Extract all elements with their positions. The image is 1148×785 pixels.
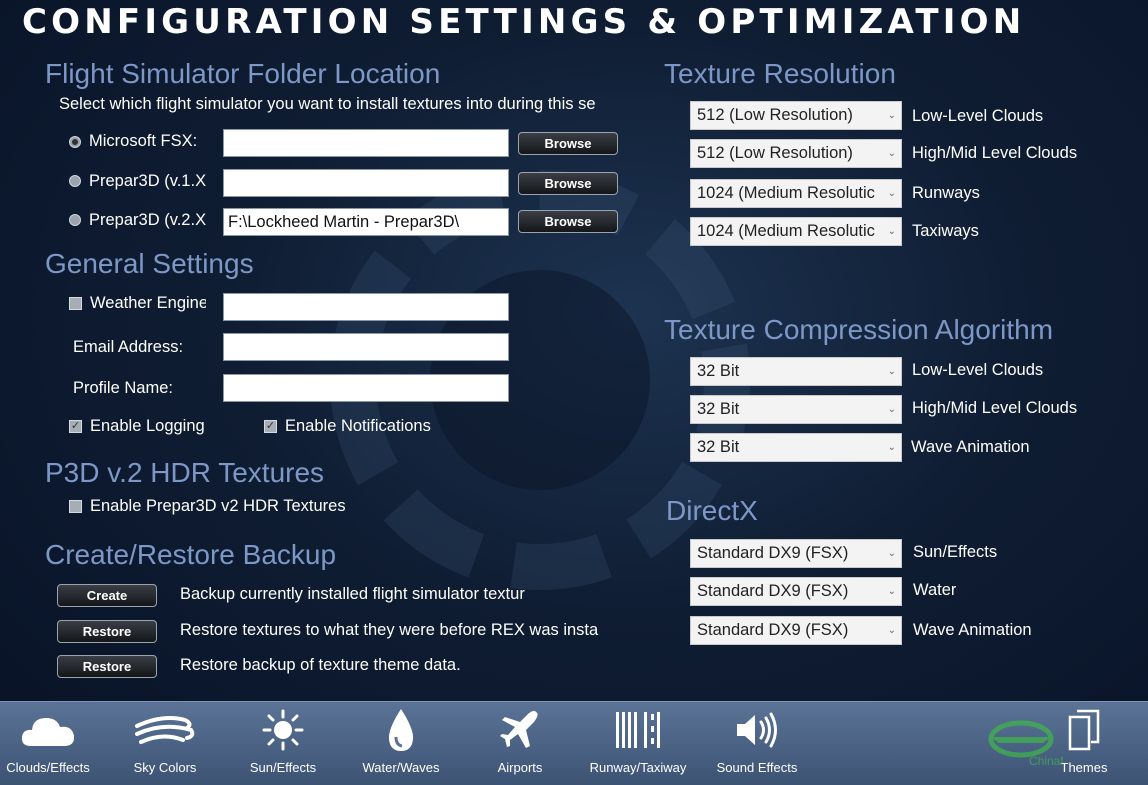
sun-effects-directx-select[interactable]: Standard DX9 (FSX) ⌄ xyxy=(690,539,902,568)
hdr-heading: P3D v.2 HDR Textures xyxy=(45,457,325,488)
nav-label: Sky Colors xyxy=(133,760,197,775)
compression-heading: Texture Compression Algorithm xyxy=(664,314,1054,345)
directx-heading: DirectX xyxy=(666,495,758,526)
folder-instruction: Select which flight simulator you want t… xyxy=(59,95,596,113)
p3d-v1-radio[interactable] xyxy=(69,175,81,187)
nav-water-waves[interactable]: Water/Waves xyxy=(355,702,447,785)
fsx-label: Microsoft FSX: xyxy=(89,132,198,150)
high-clouds-resolution-label: High/Mid Level Clouds xyxy=(912,144,1078,162)
nav-label: Runway/Taxiway xyxy=(589,760,687,775)
email-label: Email Address: xyxy=(73,338,184,356)
document-icon xyxy=(1068,709,1100,751)
low-clouds-compression-select[interactable]: 32 Bit ⌄ xyxy=(690,357,902,386)
high-clouds-compression-label: High/Mid Level Clouds xyxy=(912,399,1078,417)
nav-sun-effects[interactable]: Sun/Effects xyxy=(238,702,328,785)
general-heading: General Settings xyxy=(45,248,254,279)
nav-clouds-effects[interactable]: Clouds/Effects xyxy=(2,702,94,785)
restore-theme-text: Restore backup of texture theme data. xyxy=(180,656,461,674)
chevron-down-icon: ⌄ xyxy=(887,625,896,636)
runway-icon xyxy=(616,712,660,748)
nav-label: Sun/Effects xyxy=(249,760,317,775)
high-clouds-resolution-select[interactable]: 512 (Low Resolution) ⌄ xyxy=(690,139,902,168)
folder-heading: Flight Simulator Folder Location xyxy=(45,58,441,89)
water-directx-select[interactable]: Standard DX9 (FSX) ⌄ xyxy=(690,577,902,606)
create-backup-text: Backup currently installed flight simula… xyxy=(180,585,525,603)
profile-name-label: Profile Name: xyxy=(73,379,173,397)
svg-text:Chinaflier: Chinaflier xyxy=(1029,754,1063,767)
nav-label: Clouds/Effects xyxy=(6,760,90,775)
enable-notifications-label: Enable Notifications xyxy=(285,417,431,435)
sun-icon xyxy=(262,709,304,751)
chinaflier-watermark-logo: Chinaflier xyxy=(988,720,1063,767)
wave-compression-label: Wave Animation xyxy=(911,438,1030,456)
taxiways-resolution-select[interactable]: 1024 (Medium Resolutic ⌄ xyxy=(690,217,902,246)
enable-logging-label: Enable Logging xyxy=(90,417,205,435)
chevron-down-icon: ⌄ xyxy=(887,226,896,237)
profile-name-field[interactable] xyxy=(223,374,509,402)
create-backup-button[interactable]: Create xyxy=(57,584,157,607)
hdr-label: Enable Prepar3D v2 HDR Textures xyxy=(90,497,346,515)
chevron-down-icon: ⌄ xyxy=(887,110,896,121)
p3d-v2-path-input[interactable]: F:\Lockheed Martin - Prepar3D\ xyxy=(223,208,509,236)
chevron-down-icon: ⌄ xyxy=(887,586,896,597)
nav-runway-taxiway[interactable]: Runway/Taxiway xyxy=(588,702,688,785)
weather-engine-label: Weather Engine xyxy=(90,294,206,312)
restore-textures-text: Restore textures to what they were befor… xyxy=(180,621,599,639)
fsx-browse-button[interactable]: Browse xyxy=(518,132,618,155)
water-directx-label: Water xyxy=(913,581,957,599)
chevron-down-icon: ⌄ xyxy=(887,366,896,377)
p3d-v1-label: Prepar3D (v.1.X xyxy=(89,172,207,190)
airplane-icon xyxy=(500,710,538,748)
sun-effects-directx-label: Sun/Effects xyxy=(913,543,998,561)
wave-directx-select[interactable]: Standard DX9 (FSX) ⌄ xyxy=(690,616,902,645)
p3d-v1-path-input[interactable] xyxy=(223,169,509,197)
nav-sky-colors[interactable]: Sky Colors xyxy=(120,702,210,785)
p3d-v1-browse-button[interactable]: Browse xyxy=(518,172,618,195)
bottom-nav-bar: Clouds/Effects Sky Colors Sun/Effects Wa… xyxy=(0,701,1148,785)
chevron-down-icon: ⌄ xyxy=(887,548,896,559)
fsx-path-input[interactable] xyxy=(223,129,509,157)
enable-logging-checkbox[interactable]: ✓ xyxy=(69,420,82,433)
restore-textures-button[interactable]: Restore xyxy=(57,620,157,643)
page-title: CONFIGURATION SETTINGS & OPTIMIZATION xyxy=(22,2,1026,42)
p3d-v2-radio[interactable] xyxy=(69,214,81,226)
weather-engine-checkbox[interactable] xyxy=(69,297,82,310)
speaker-icon xyxy=(737,712,777,748)
p3d-v2-browse-button[interactable]: Browse xyxy=(518,210,618,233)
wave-directx-label: Wave Animation xyxy=(913,621,1032,639)
nav-sound-effects[interactable]: Sound Effects xyxy=(710,702,804,785)
backup-heading: Create/Restore Backup xyxy=(45,539,337,570)
p3d-v2-label: Prepar3D (v.2.X xyxy=(89,211,207,229)
low-clouds-resolution-label: Low-Level Clouds xyxy=(912,107,1044,125)
water-drop-icon xyxy=(388,709,414,751)
taxiways-resolution-label: Taxiways xyxy=(912,222,979,240)
runways-resolution-label: Runways xyxy=(912,184,980,202)
runways-resolution-select[interactable]: 1024 (Medium Resolutic ⌄ xyxy=(690,179,902,208)
chevron-down-icon: ⌄ xyxy=(887,188,896,199)
wind-icon xyxy=(135,716,195,744)
hdr-checkbox[interactable] xyxy=(69,500,82,513)
enable-notifications-checkbox[interactable]: ✓ xyxy=(264,420,277,433)
nav-label: Airports xyxy=(497,760,543,775)
restore-theme-button[interactable]: Restore xyxy=(57,655,157,678)
cloud-icon xyxy=(21,718,75,746)
wave-compression-select[interactable]: 32 Bit ⌄ xyxy=(690,433,902,462)
texture-resolution-heading: Texture Resolution xyxy=(664,58,896,89)
low-clouds-resolution-select[interactable]: 512 (Low Resolution) ⌄ xyxy=(690,101,902,130)
fsx-radio[interactable] xyxy=(69,136,81,148)
weather-engine-input[interactable] xyxy=(223,293,509,321)
nav-airports[interactable]: Airports xyxy=(476,702,564,785)
nav-label: Sound Effects xyxy=(716,760,798,775)
nav-label: Water/Waves xyxy=(362,760,440,775)
email-field[interactable] xyxy=(223,333,509,361)
chevron-down-icon: ⌄ xyxy=(887,404,896,415)
chevron-down-icon: ⌄ xyxy=(887,148,896,159)
high-clouds-compression-select[interactable]: 32 Bit ⌄ xyxy=(690,395,902,424)
low-clouds-compression-label: Low-Level Clouds xyxy=(912,361,1044,379)
chevron-down-icon: ⌄ xyxy=(887,442,896,453)
